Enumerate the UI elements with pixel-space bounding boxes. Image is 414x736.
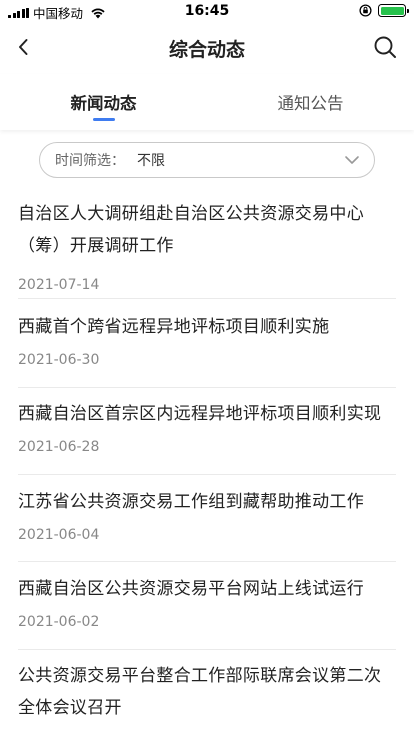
news-date: 2021-06-28 bbox=[18, 439, 100, 455]
rotation-lock-icon bbox=[359, 4, 372, 17]
news-date: 2021-06-02 bbox=[18, 614, 100, 630]
status-right bbox=[359, 4, 409, 17]
news-date: 2021-06-30 bbox=[18, 352, 100, 368]
tab-news-label: 新闻动态 bbox=[70, 94, 137, 113]
news-date: 2021-06-04 bbox=[18, 527, 100, 543]
time-filter-label: 时间筛选： bbox=[55, 153, 125, 169]
news-item[interactable]: 自治区人大调研组赴自治区公共资源交易中心（筹）开展调研工作 2021-07-14 bbox=[18, 188, 396, 299]
status-bar: 中国移动 16:45 bbox=[0, 0, 414, 22]
tab-notices-label: 通知公告 bbox=[277, 94, 344, 113]
nav-bar: 综合动态 bbox=[0, 22, 414, 74]
news-title: 江苏省公共资源交易工作组到藏帮助推动工作 bbox=[18, 492, 364, 512]
status-time: 16:45 bbox=[184, 3, 230, 19]
news-title: 自治区人大调研组赴自治区公共资源交易中心（筹）开展调研工作 bbox=[18, 204, 364, 256]
news-title: 西藏首个跨省远程异地评标项目顺利实施 bbox=[18, 317, 330, 337]
tab-active-indicator bbox=[92, 118, 115, 121]
news-item[interactable]: 西藏自治区公共资源交易平台网站上线试运行 2021-06-02 bbox=[18, 562, 396, 650]
news-title: 西藏自治区首宗区内远程异地评标项目顺利实现 bbox=[18, 404, 382, 424]
page-title: 综合动态 bbox=[168, 39, 245, 61]
back-button[interactable] bbox=[10, 34, 36, 60]
tab-bar: 新闻动态 通知公告 bbox=[0, 74, 414, 130]
news-item[interactable]: 西藏首个跨省远程异地评标项目顺利实施 2021-06-30 bbox=[18, 299, 396, 388]
news-list: 自治区人大调研组赴自治区公共资源交易中心（筹）开展调研工作 2021-07-14… bbox=[18, 188, 396, 736]
news-item[interactable]: 公共资源交易平台整合工作部际联席会议第二次全体会议召开 bbox=[18, 650, 396, 736]
news-title: 公共资源交易平台整合工作部际联席会议第二次全体会议召开 bbox=[18, 666, 382, 718]
battery-level bbox=[380, 6, 404, 15]
tab-notices[interactable]: 通知公告 bbox=[207, 74, 414, 130]
battery-icon bbox=[378, 4, 409, 17]
news-date: 2021-07-14 bbox=[18, 277, 100, 293]
chevron-left-icon bbox=[19, 39, 28, 55]
time-filter-value: 不限 bbox=[137, 153, 165, 169]
time-filter-select[interactable]: 时间筛选： 不限 bbox=[39, 142, 375, 178]
search-icon[interactable] bbox=[372, 34, 398, 60]
chevron-down-icon bbox=[345, 156, 359, 164]
news-title: 西藏自治区公共资源交易平台网站上线试运行 bbox=[18, 579, 364, 599]
tab-news[interactable]: 新闻动态 bbox=[0, 74, 207, 130]
news-item[interactable]: 江苏省公共资源交易工作组到藏帮助推动工作 2021-06-04 bbox=[18, 475, 396, 562]
news-item[interactable]: 西藏自治区首宗区内远程异地评标项目顺利实现 2021-06-28 bbox=[18, 388, 396, 475]
